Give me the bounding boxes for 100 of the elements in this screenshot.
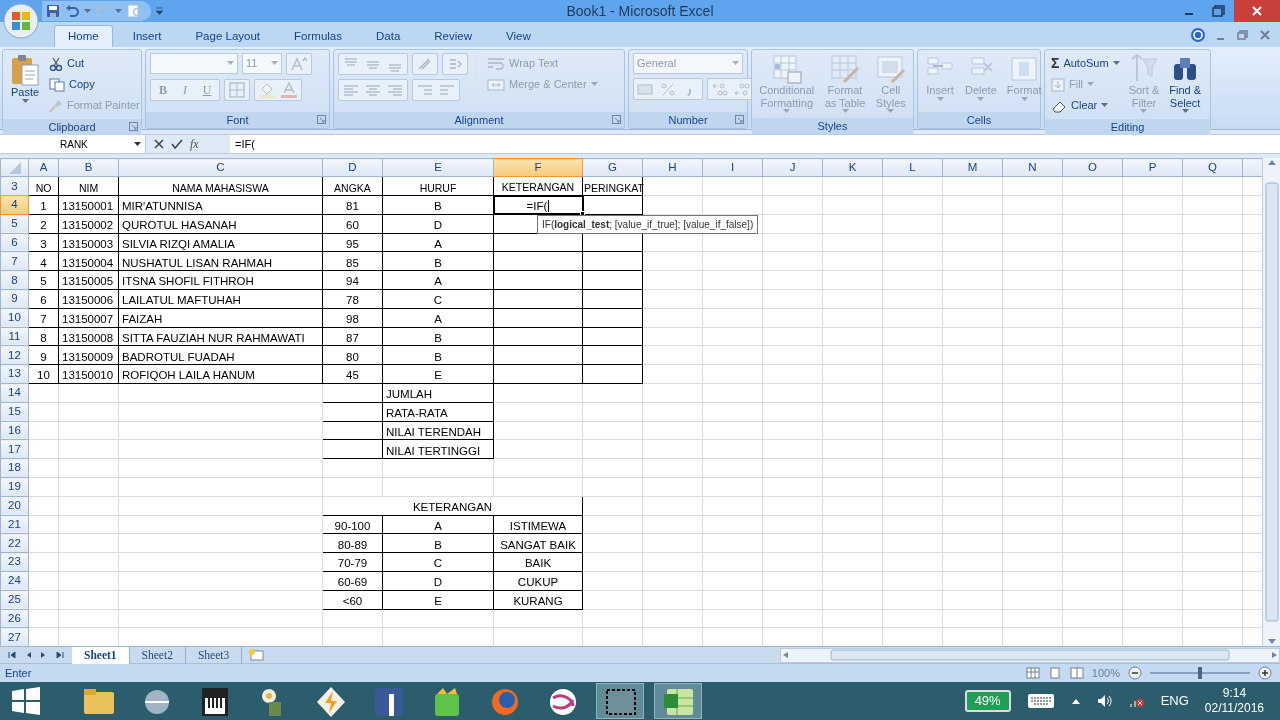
column-header[interactable]: C [118, 158, 323, 177]
insert-function-button[interactable]: fx [190, 135, 199, 153]
speaker-icon[interactable] [1096, 694, 1113, 708]
formula-input[interactable]: =IF( [230, 135, 1280, 153]
table-cell: 85 [346, 256, 359, 269]
ribbon-tab[interactable]: Home [54, 25, 113, 47]
select-all-icon[interactable] [8, 161, 21, 174]
table-cell: A [434, 237, 442, 250]
ribbon-tab[interactable]: Formulas [280, 25, 356, 47]
scroll-right-icon[interactable] [1271, 651, 1279, 659]
column-header[interactable]: M [942, 158, 1003, 177]
table-cell: D [433, 219, 443, 231]
autosum-button[interactable]: Σ AutoSum [1049, 53, 1122, 74]
scroll-thumb[interactable] [830, 649, 1230, 661]
dialog-launcher-icon[interactable] [317, 115, 326, 124]
language-indicator[interactable]: ENG [1160, 691, 1189, 711]
dialog-launcher-icon[interactable] [129, 122, 138, 131]
table-cell: 1 [40, 200, 47, 213]
clear-button[interactable]: Clear [1049, 95, 1122, 116]
cell-editor[interactable]: =IF( [526, 199, 550, 212]
group-label: Font [226, 112, 249, 128]
column-header[interactable]: B [58, 158, 119, 177]
table-cell: 90-100 [334, 519, 371, 532]
column-header[interactable]: I [702, 158, 763, 177]
page-break-view-icon[interactable] [1069, 667, 1084, 679]
table-cell: 13150004 [62, 256, 114, 269]
scroll-thumb[interactable] [1264, 182, 1279, 622]
scroll-left-icon[interactable] [781, 651, 789, 659]
table-cell: NUSHATUL LISAN RAHMAH [122, 256, 273, 269]
column-header[interactable]: F [493, 158, 583, 177]
ribbon-tab[interactable]: Insert [118, 25, 176, 47]
table-cell: 80 [346, 350, 359, 363]
column-header[interactable]: N [1002, 158, 1063, 177]
table-cell: MIR'ATUNNISA [122, 200, 203, 213]
fill-down-icon [1051, 77, 1065, 92]
column-header[interactable]: G [582, 158, 643, 177]
dialog-launcher-icon[interactable] [612, 115, 621, 124]
table-cell: 87 [346, 331, 359, 344]
print-preview-icon[interactable] [127, 4, 143, 18]
caret-icon [115, 8, 122, 14]
column-header[interactable]: K [822, 158, 883, 177]
table-cell: SANGAT BAIK [500, 538, 576, 551]
table-cell: 60-69 [337, 576, 368, 589]
ribbon-tab[interactable]: View [492, 25, 545, 47]
first-sheet-icon[interactable] [8, 651, 16, 659]
column-header[interactable]: E [382, 158, 494, 177]
cancel-icon[interactable] [154, 139, 164, 149]
taskbar-button[interactable] [596, 683, 644, 719]
close-workbook-button[interactable] [1258, 27, 1272, 42]
up-arrow-icon[interactable] [1070, 697, 1081, 705]
normal-view-icon[interactable] [1025, 667, 1040, 679]
help-icon[interactable] [1190, 26, 1206, 43]
save-icon[interactable] [46, 4, 60, 18]
column-header[interactable]: L [882, 158, 943, 177]
last-sheet-icon[interactable] [56, 651, 64, 659]
horizontal-scrollbar[interactable] [780, 647, 1280, 663]
table-cell: 81 [346, 200, 359, 213]
undo-icon[interactable] [65, 4, 79, 18]
cut-button[interactable]: Cut [47, 53, 142, 74]
column-header[interactable]: O [1062, 158, 1123, 177]
cell-styles-icon [875, 54, 906, 84]
caret-icon [783, 109, 791, 115]
copy-button[interactable]: Copy [47, 74, 142, 95]
zoom-out-icon[interactable] [1128, 666, 1142, 680]
caret-icon [732, 61, 739, 66]
close-button[interactable] [1234, 0, 1280, 22]
zoom-in-icon[interactable] [1258, 666, 1272, 680]
enter-icon[interactable] [171, 139, 183, 149]
table-cell: 7 [40, 313, 47, 325]
ribbon-tab[interactable]: Data [362, 25, 415, 47]
column-header[interactable]: A [28, 158, 59, 177]
customize-toolbar-icon[interactable] [155, 7, 164, 15]
find-select-button[interactable]: Find & Select [1166, 53, 1205, 116]
table-cell: B [433, 200, 442, 213]
table-cell: JUMLAH [386, 388, 432, 401]
dialog-launcher-icon[interactable] [735, 115, 744, 124]
caret-icon [977, 96, 985, 102]
scroll-up-icon[interactable] [1266, 158, 1277, 166]
sheet-tab[interactable]: Sheet1 [72, 646, 130, 664]
column-heading: NAMA MAHASISWA [172, 181, 269, 194]
clock-time[interactable]: 9:14 [1222, 686, 1247, 701]
zoom-slider-thumb[interactable] [1198, 667, 1202, 679]
restore-workbook-button[interactable] [1236, 27, 1250, 42]
keyboard-icon[interactable] [1026, 693, 1055, 709]
vertical-scrollbar[interactable] [1262, 158, 1280, 646]
clock-date[interactable]: 02/11/2016 [1204, 701, 1264, 716]
column-header[interactable]: P [1122, 158, 1183, 177]
ribbon-tab[interactable]: Review [420, 25, 486, 47]
column-header[interactable]: D [322, 158, 383, 177]
group-label: Cells [966, 112, 992, 128]
insert-sheet-icon[interactable] [248, 648, 267, 662]
paste-button[interactable]: Paste [7, 53, 43, 105]
table-cell: E [434, 594, 442, 607]
column-header[interactable]: Q [1182, 158, 1243, 177]
table-cell: 13150008 [62, 331, 114, 344]
table-cell: 13150010 [62, 369, 114, 382]
column-header[interactable]: H [642, 158, 703, 177]
column-header[interactable]: J [762, 158, 823, 177]
page-layout-view-icon[interactable] [1047, 667, 1062, 679]
ribbon-tab[interactable]: Page Layout [181, 25, 275, 47]
